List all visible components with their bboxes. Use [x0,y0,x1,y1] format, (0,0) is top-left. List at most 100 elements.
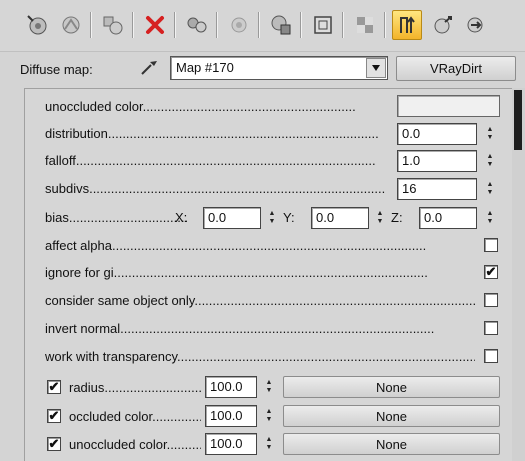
material-editor-toolbar [0,0,525,52]
show-background-button[interactable] [350,10,380,40]
param-row-bias: bias....................................… [25,206,513,229]
bias-x-input[interactable]: 0.0 [203,207,261,229]
delete-icon [146,16,164,34]
map-row-occluded-color: ✔ occluded color........................… [25,405,513,427]
map-label-occluded-color: occluded color..........................… [69,409,201,424]
put-to-library-icon [231,17,247,33]
checkmark-icon: ✔ [48,379,60,394]
occluded-color-multiplier-input[interactable]: 100.0 [205,405,257,427]
bias-y-input[interactable]: 0.0 [311,207,369,229]
param-label-distribution: distribution............................… [45,126,379,141]
work-with-transparency-checkbox[interactable] [484,349,498,363]
param-label-falloff: falloff.................................… [45,153,376,168]
unoccluded-color-map-checkbox[interactable]: ✔ [47,437,61,451]
bias-x-spinner[interactable]: ▲ ▼ [266,207,278,229]
pick-material-button[interactable] [22,10,52,40]
show-end-result-button[interactable] [392,10,422,40]
subdivs-input[interactable]: 16 [397,178,477,200]
eyedropper-button[interactable] [136,54,162,80]
map-name-dropdown[interactable]: Map #170 [170,56,388,80]
go-to-parent-icon [434,16,452,34]
bias-z-label: Z: [391,210,403,225]
eyedropper-icon [141,61,157,75]
consider-same-object-only-checkbox[interactable] [484,293,498,307]
bias-y-spinner[interactable]: ▲ ▼ [374,207,386,229]
param-label-unoccluded-color: unoccluded color........................… [45,99,356,114]
invert-normal-checkbox[interactable] [484,321,498,335]
radius-map-button[interactable]: None [283,376,500,398]
occluded-color-multiplier-spinner[interactable]: ▲ ▼ [263,405,275,427]
map-label-unoccluded-color: unoccluded color........................… [69,437,201,452]
bias-z-spinner[interactable]: ▲ ▼ [484,207,496,229]
chevron-down-icon [372,65,380,71]
radius-multiplier-input[interactable]: 100.0 [205,376,257,398]
map-type-button[interactable]: VRayDirt [396,56,516,81]
show-end-result-icon [400,16,415,33]
falloff-spinner[interactable]: ▲ ▼ [484,150,496,172]
material-id-icon [271,15,291,35]
toolbar-separator [132,12,134,38]
assign-to-selection-button[interactable] [98,10,128,40]
pick-material-icon [27,15,47,35]
go-forward-to-sibling-button[interactable] [460,10,490,40]
checkmark-icon: ✔ [485,264,497,279]
toolbar-separator [384,12,386,38]
unoccluded-color-map-label: None [375,436,408,452]
param-label-invert-normal: invert normal...........................… [45,321,435,336]
toolbar-separator [258,12,260,38]
go-forward-to-sibling-icon [467,17,483,33]
map-row-unoccluded-color: ✔ unoccluded color......................… [25,433,513,455]
map-label-radius: radius.................................. [69,380,201,395]
occluded-color-map-button[interactable]: None [283,405,500,427]
unoccluded-color-swatch[interactable] [397,95,500,117]
map-type-label: VRayDirt [429,61,482,76]
put-to-scene-icon [62,16,80,34]
param-row-unoccluded-color: unoccluded color........................… [25,95,513,117]
show-map-in-viewport-button[interactable] [308,10,338,40]
param-row-invert-normal: invert normal...........................… [25,317,513,339]
put-to-scene-button[interactable] [56,10,86,40]
unoccluded-color-multiplier-spinner[interactable]: ▲ ▼ [263,433,275,455]
subdivs-spinner[interactable]: ▲ ▼ [484,178,496,200]
ignore-for-gi-checkbox[interactable]: ✔ [484,265,498,279]
bias-z-input[interactable]: 0.0 [419,207,477,229]
param-label-work-with-transparency: work with transparency..................… [45,349,475,364]
material-id-button[interactable] [266,10,296,40]
affect-alpha-checkbox[interactable] [484,238,498,252]
distribution-spinner[interactable]: ▲ ▼ [484,123,496,145]
checkmark-icon: ✔ [48,436,60,451]
toolbar-separator [300,12,302,38]
param-row-subdivs: subdivs.................................… [25,177,513,200]
show-map-in-viewport-icon [314,16,332,34]
param-label-affect-alpha: affect alpha............................… [45,238,427,253]
put-to-library-button[interactable] [224,10,254,40]
param-label-ignore-for-gi: ignore for gi...........................… [45,265,428,280]
assign-to-selection-icon [103,16,123,35]
panel-scrollbar-thumb[interactable] [514,90,522,150]
occluded-color-map-checkbox[interactable]: ✔ [47,409,61,423]
toolbar-separator [342,12,344,38]
toolbar-separator [90,12,92,38]
delete-button[interactable] [140,10,170,40]
param-row-affect-alpha: affect alpha............................… [25,234,513,256]
unoccluded-color-multiplier-input[interactable]: 100.0 [205,433,257,455]
radius-map-label: None [375,379,408,395]
param-label-subdivs: subdivs.................................… [45,181,386,196]
param-row-consider-same-object-only: consider same object only...............… [25,289,513,311]
diffuse-map-label: Diffuse map: [20,62,93,77]
param-row-ignore-for-gi: ignore for gi...........................… [25,261,513,283]
make-unique-icon [187,17,207,33]
toolbar-separator [174,12,176,38]
radius-map-checkbox[interactable]: ✔ [47,380,61,394]
falloff-input[interactable]: 1.0 [397,150,477,172]
distribution-input[interactable]: 0.0 [397,123,477,145]
show-background-icon [357,17,373,33]
map-name-value: Map #170 [176,60,234,75]
radius-multiplier-spinner[interactable]: ▲ ▼ [263,376,275,398]
go-to-parent-button[interactable] [428,10,458,40]
unoccluded-color-map-button[interactable]: None [283,433,500,455]
dropdown-arrow[interactable] [366,58,386,78]
make-unique-button[interactable] [182,10,212,40]
occluded-color-map-label: None [375,408,408,424]
map-row-radius: ✔ radius................................… [25,376,513,398]
